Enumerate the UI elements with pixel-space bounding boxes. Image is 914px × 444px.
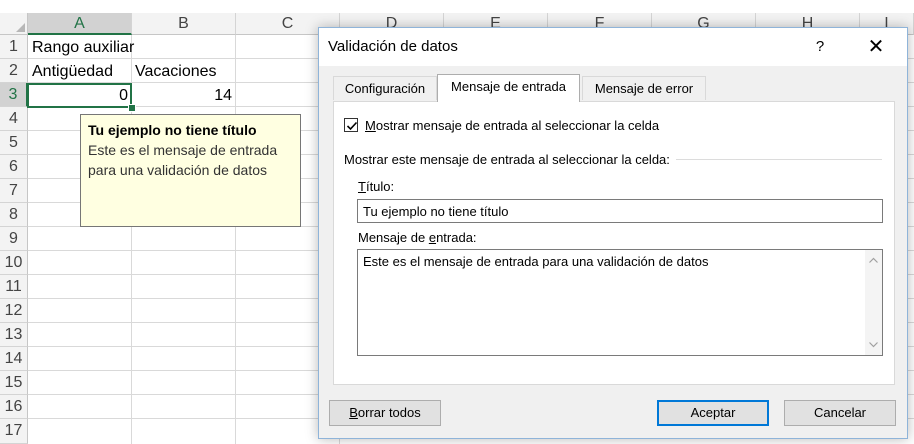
show-input-message-checkbox[interactable] [344,118,358,132]
row-header-14[interactable]: 14 [0,347,28,371]
column-header-a[interactable]: A [28,13,132,35]
select-all-corner[interactable] [0,13,28,35]
row-header-1[interactable]: 1 [0,35,28,59]
row-header-6[interactable]: 6 [0,155,28,179]
input-message-text: Este es el mensaje de entrada para una v… [363,254,709,269]
row-header-4[interactable]: 4 [0,107,28,131]
scroll-up-icon[interactable] [865,252,882,269]
cell-a1[interactable]: Rango auxiliar [32,36,134,59]
scroll-down-icon[interactable] [865,336,882,353]
input-message-panel: Mostrar mensaje de entrada al selecciona… [333,101,895,385]
tooltip-title: Tu ejemplo no tiene título [88,122,257,138]
ok-button[interactable]: Aceptar [657,400,769,426]
label-text: ntrada: [436,230,477,245]
cell-b3[interactable]: 14 [136,84,232,107]
input-message-tooltip: Tu ejemplo no tiene título Este es el me… [80,114,301,227]
title-input[interactable] [357,199,883,223]
show-input-message-label[interactable]: Mostrar mensaje de entrada al selecciona… [365,118,659,134]
cell-a2[interactable]: Antigüedad [32,60,113,83]
access-key: B [349,405,358,420]
row-header-17[interactable]: 17 [0,419,28,444]
access-key: T [358,179,366,194]
dialog-titlebar[interactable]: Validación de datos ? ✕ [319,28,907,66]
close-icon[interactable]: ✕ [859,33,893,61]
clear-all-button[interactable]: Borrar todos [329,400,441,426]
row-header-11[interactable]: 11 [0,275,28,299]
access-key: M [365,118,376,133]
grid-line [235,35,236,444]
fill-handle[interactable] [128,104,136,112]
row-header-9[interactable]: 9 [0,227,28,251]
button-label: orrar todos [357,405,421,420]
label-text: ítulo: [365,179,395,194]
message-field-label: Mensaje de entrada: [358,230,477,246]
row-header-15[interactable]: 15 [0,371,28,395]
active-cell-border [27,83,132,108]
row-header-8[interactable]: 8 [0,203,28,227]
help-button[interactable]: ? [805,35,835,59]
group-label: Mostrar este mensaje de entrada al selec… [344,152,676,168]
row-header-16[interactable]: 16 [0,395,28,419]
label-text: ostrar mensaje de entrada al seleccionar… [375,118,660,133]
vertical-scrollbar[interactable] [865,250,882,355]
row-header-12[interactable]: 12 [0,299,28,323]
cell-b2[interactable]: Vacaciones [135,60,217,83]
row-header-5[interactable]: 5 [0,131,28,155]
tab-configuracion[interactable]: Configuración [333,76,437,100]
title-field-label: Título: [358,179,394,195]
label-text: Mensaje de [358,230,429,245]
column-header-b[interactable]: B [132,13,236,35]
access-key: e [428,230,437,245]
input-message-textarea[interactable]: Este es el mensaje de entrada para una v… [357,249,883,356]
row-header-10[interactable]: 10 [0,251,28,275]
row-header-13[interactable]: 13 [0,323,28,347]
data-validation-dialog: Validación de datos ? ✕ Configuración Me… [318,27,908,439]
tooltip-message: Este es el mensaje de entrada para una v… [88,142,278,178]
row-header-3[interactable]: 3 [0,83,28,107]
dialog-title: Validación de datos [328,38,458,55]
row-header-2[interactable]: 2 [0,59,28,83]
tab-mensaje-de-error[interactable]: Mensaje de error [582,76,706,100]
cancel-button[interactable]: Cancelar [784,400,896,426]
checkmark-icon [346,121,358,131]
row-header-7[interactable]: 7 [0,179,28,203]
tab-mensaje-de-entrada[interactable]: Mensaje de entrada [437,74,580,102]
